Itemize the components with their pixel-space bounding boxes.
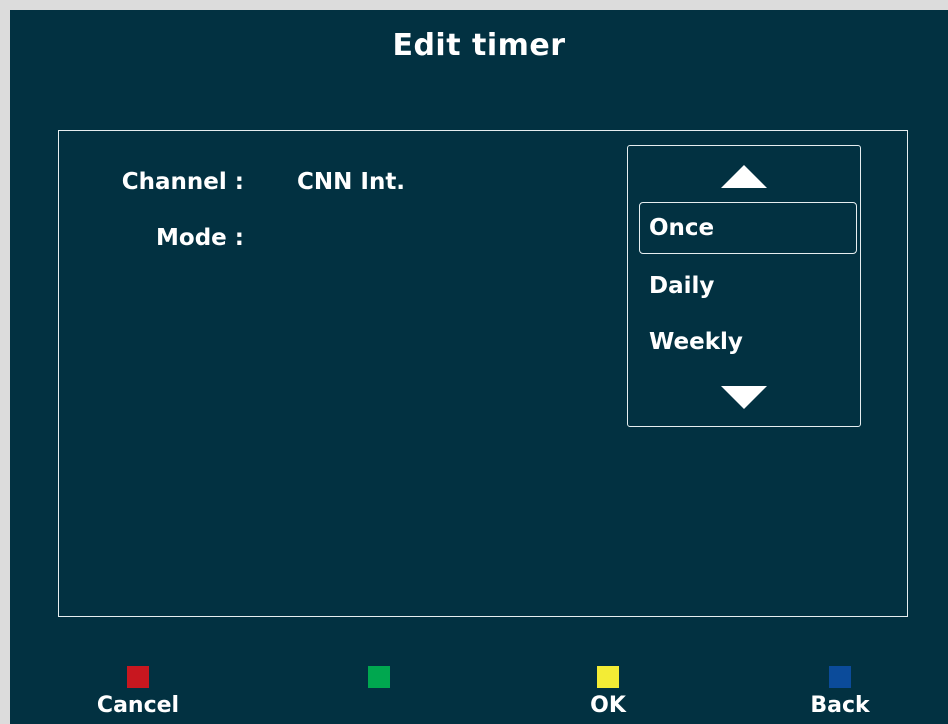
- ok-label: OK: [590, 693, 626, 718]
- channel-label: Channel :: [121, 169, 244, 195]
- red-key-icon: [127, 666, 149, 688]
- triangle-up-icon[interactable]: [721, 165, 767, 188]
- cancel-button[interactable]: Cancel: [83, 666, 193, 718]
- green-key-button[interactable]: [324, 666, 434, 693]
- cancel-label: Cancel: [96, 693, 180, 718]
- ok-button[interactable]: OK: [553, 666, 663, 718]
- mode-listbox[interactable]: Once Daily Weekly: [627, 145, 861, 427]
- mode-label: Mode :: [156, 225, 244, 251]
- blue-key-icon: [829, 666, 851, 688]
- tv-screen: Edit timer Channel : CNN Int. Mode : Onc…: [10, 10, 948, 724]
- back-button[interactable]: Back: [785, 666, 895, 718]
- mode-option-daily[interactable]: Daily: [639, 260, 857, 312]
- yellow-key-icon: [597, 666, 619, 688]
- back-label: Back: [810, 693, 870, 718]
- green-key-icon: [368, 666, 390, 688]
- mode-option-weekly[interactable]: Weekly: [639, 316, 857, 368]
- mode-option-once[interactable]: Once: [639, 202, 857, 254]
- channel-value: CNN Int.: [297, 169, 406, 195]
- timer-form-panel: Channel : CNN Int. Mode : Once Daily Wee…: [58, 130, 908, 617]
- page-title: Edit timer: [392, 28, 566, 63]
- triangle-down-icon[interactable]: [721, 386, 767, 409]
